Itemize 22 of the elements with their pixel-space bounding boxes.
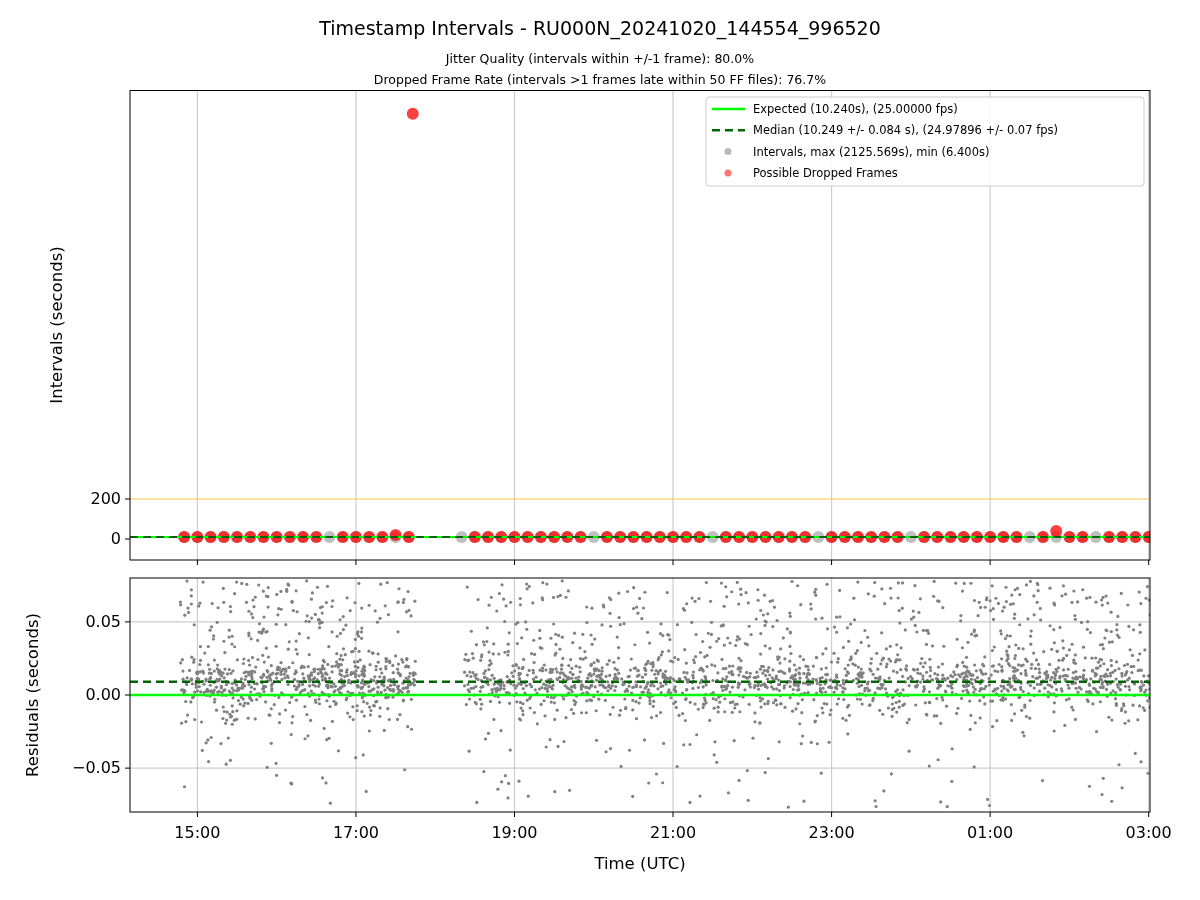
legend-label: Expected (10.240s), (25.00000 fps) [753, 102, 958, 116]
axis-tick-label: 21:00 [650, 823, 697, 842]
axis-tick-label: 0.00 [85, 685, 121, 704]
axis-tick-label: 0.05 [85, 611, 121, 631]
chart-title: Timestamp Intervals - RU000N_20241020_144554_996520 [319, 16, 881, 40]
legend-label: Median (10.249 +/- 0.084 s), (24.97896 +/- 0.07 fps) [753, 123, 1058, 138]
axis-tick-label: 19:00 [491, 823, 538, 842]
x-axis-label: Time (UTC) [594, 854, 686, 873]
axis-tick-label: 200 [90, 489, 121, 508]
axis-tick-label: −0.05 [71, 758, 121, 778]
axis-tick-label: 17:00 [332, 823, 379, 842]
legend-label: Possible Dropped Frames [753, 165, 898, 180]
chart-subtitle: Dropped Frame Rate (intervals >1 frames late within 50 FF files): 76.7% [373, 71, 827, 89]
axis-tick-label: 03:00 [1125, 823, 1172, 842]
axis-tick-label: 0 [110, 529, 121, 548]
y-axis-label: Residuals (seconds) [23, 613, 42, 777]
axis-tick-label: 23:00 [808, 823, 855, 842]
axis-tick-label: 01:00 [967, 823, 1014, 842]
y-axis-label: Intervals (seconds) [47, 246, 66, 404]
chart-subtitle: Jitter Quality (intervals within +/-1 frame): 80.0% [445, 50, 755, 68]
axis-tick-label: 15:00 [174, 823, 221, 842]
legend-label: Intervals, max (2125.569s), min (6.400s) [753, 144, 990, 159]
